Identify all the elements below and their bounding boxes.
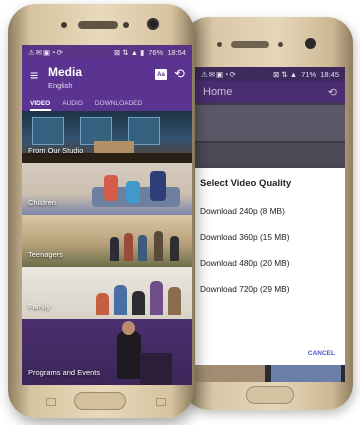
back-home-button[interactable] (246, 386, 294, 404)
category-label: Children (28, 198, 56, 207)
back-app-bar: Home ⟲ (195, 81, 345, 103)
tab-video[interactable]: VIDEO (30, 100, 50, 107)
studio-desk (94, 141, 134, 153)
family-figure (168, 287, 181, 315)
history-icon[interactable]: ⟲ (174, 66, 185, 82)
home-button[interactable] (74, 392, 126, 410)
video-thumbnail[interactable] (195, 365, 265, 382)
teen-figure (170, 236, 179, 261)
child-figure (126, 181, 140, 203)
quality-option-360p[interactable]: Download 360p (15 MB) (200, 232, 289, 242)
history-icon[interactable]: ⟲ (328, 86, 337, 99)
page-title: Media (48, 65, 83, 79)
quality-option-240p[interactable]: Download 240p (8 MB) (200, 206, 285, 216)
front-sensor (61, 22, 67, 28)
back-front-camera (305, 38, 316, 49)
front-sensor (123, 22, 129, 28)
back-battery: 71% (301, 69, 317, 79)
dimmed-thumbnail (195, 105, 345, 141)
back-page-title: Home (203, 86, 233, 98)
family-figure (150, 281, 163, 315)
video-thumbnail[interactable] (271, 365, 341, 382)
back-screen: ⚠✉▣◔⟳ ⊠ ⇅ ▲ 71% 18:45 Home ⟲ Select Vide… (195, 67, 345, 382)
category-family[interactable]: Family (22, 267, 192, 319)
recent-apps-key[interactable] (46, 398, 56, 406)
cancel-button[interactable]: CANCEL (308, 350, 335, 357)
battery-level: 76% (148, 47, 164, 57)
podium (140, 353, 172, 385)
category-teenagers[interactable]: Teenagers (22, 215, 192, 267)
category-label: From Our Studio (28, 146, 84, 155)
tab-bar: VIDEO AUDIO DOWNLOADED (22, 95, 192, 111)
teen-figure (110, 237, 119, 261)
app-bar: ≡ Media English Aa ⟲ (22, 59, 192, 95)
child-figure (104, 175, 118, 201)
family-figure (114, 285, 127, 315)
speaker-head (122, 321, 135, 335)
language-icon[interactable]: Aa (155, 69, 167, 80)
clock: 18:54 (167, 47, 186, 57)
teen-figure (154, 231, 163, 261)
teen-figure (138, 235, 147, 261)
teen-figure (124, 233, 133, 261)
category-list: From Our Studio Children Teenagers Famil… (22, 111, 192, 385)
tab-downloaded[interactable]: DOWNLOADED (95, 100, 142, 107)
family-figure (96, 293, 109, 315)
notification-icons: ⚠✉▣◔⟳ (28, 47, 64, 57)
back-status-bar: ⚠✉▣◔⟳ ⊠ ⇅ ▲ 71% 18:45 (195, 67, 345, 81)
language-subtitle: English (48, 81, 73, 90)
quality-option-720p[interactable]: Download 720p (29 MB) (200, 284, 289, 294)
quality-option-480p[interactable]: Download 480p (20 MB) (200, 258, 289, 268)
signal-icons: ⊠ ⇅ ▲ ▮ (113, 47, 145, 57)
back-sensor (217, 42, 222, 47)
studio-screen (32, 117, 64, 145)
category-label: Programs and Events (28, 368, 101, 377)
back-time: 18:45 (320, 69, 339, 79)
dialog-title: Select Video Quality (200, 178, 292, 189)
category-from-our-studio[interactable]: From Our Studio (22, 111, 192, 163)
category-children[interactable]: Children (22, 163, 192, 215)
back-signal-icons: ⊠ ⇅ ▲ (273, 69, 298, 79)
back-key[interactable] (156, 398, 166, 406)
category-label: Family (28, 302, 51, 311)
back-phone: ⚠✉▣◔⟳ ⊠ ⇅ ▲ 71% 18:45 Home ⟲ Select Vide… (183, 17, 353, 410)
child-figure (150, 171, 166, 201)
back-notification-icons: ⚠✉▣◔⟳ (201, 69, 237, 79)
back-thumbnail-strip (195, 365, 345, 382)
category-programs-and-events[interactable]: Programs and Events (22, 319, 192, 385)
category-label: Teenagers (28, 250, 64, 259)
video-quality-dialog: Select Video Quality Download 240p (8 MB… (195, 168, 345, 365)
front-screen: ⚠✉▣◔⟳ ⊠ ⇅ ▲ ▮ 76% 18:54 ≡ Media English … (22, 45, 192, 385)
back-earpiece (231, 41, 269, 48)
menu-icon[interactable]: ≡ (30, 68, 38, 82)
family-figure (132, 291, 145, 315)
front-phone: ⚠✉▣◔⟳ ⊠ ⇅ ▲ ▮ 76% 18:54 ≡ Media English … (8, 4, 194, 418)
back-sensor (278, 42, 283, 47)
front-camera (147, 18, 159, 30)
status-bar: ⚠✉▣◔⟳ ⊠ ⇅ ▲ ▮ 76% 18:54 (22, 45, 192, 59)
front-earpiece (78, 21, 118, 29)
tab-audio[interactable]: AUDIO (62, 100, 83, 107)
speaker-figure (117, 331, 141, 379)
